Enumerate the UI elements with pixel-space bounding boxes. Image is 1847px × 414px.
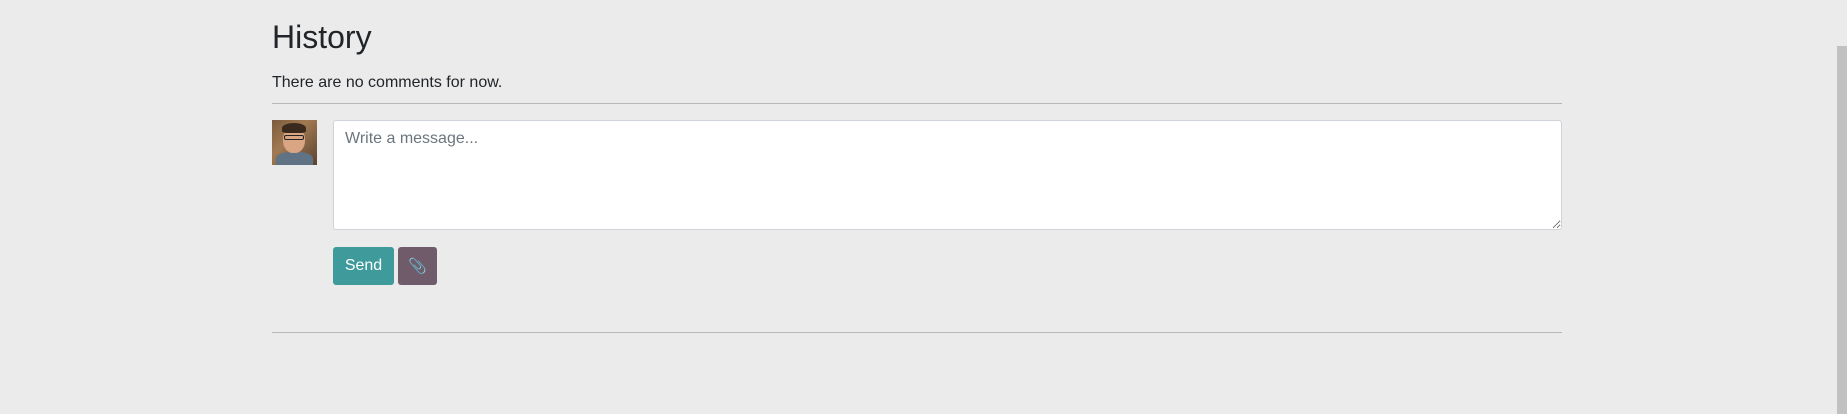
avatar (272, 120, 317, 165)
no-comments-text: There are no comments for now. (272, 74, 503, 91)
scrollbar-track[interactable] (1837, 0, 1847, 414)
composer-actions: Send 📎 (333, 247, 437, 285)
top-divider (272, 103, 1562, 104)
history-section: History There are no comments for now. S… (272, 0, 1562, 333)
page: History There are no comments for now. S… (0, 0, 1847, 414)
paperclip-icon: 📎 (408, 258, 427, 275)
bottom-divider (272, 332, 1562, 333)
message-input[interactable] (333, 120, 1562, 230)
history-title: History (272, 19, 372, 55)
send-button[interactable]: Send (333, 247, 394, 285)
attach-button[interactable]: 📎 (398, 247, 437, 285)
scrollbar-thumb[interactable] (1837, 46, 1847, 414)
